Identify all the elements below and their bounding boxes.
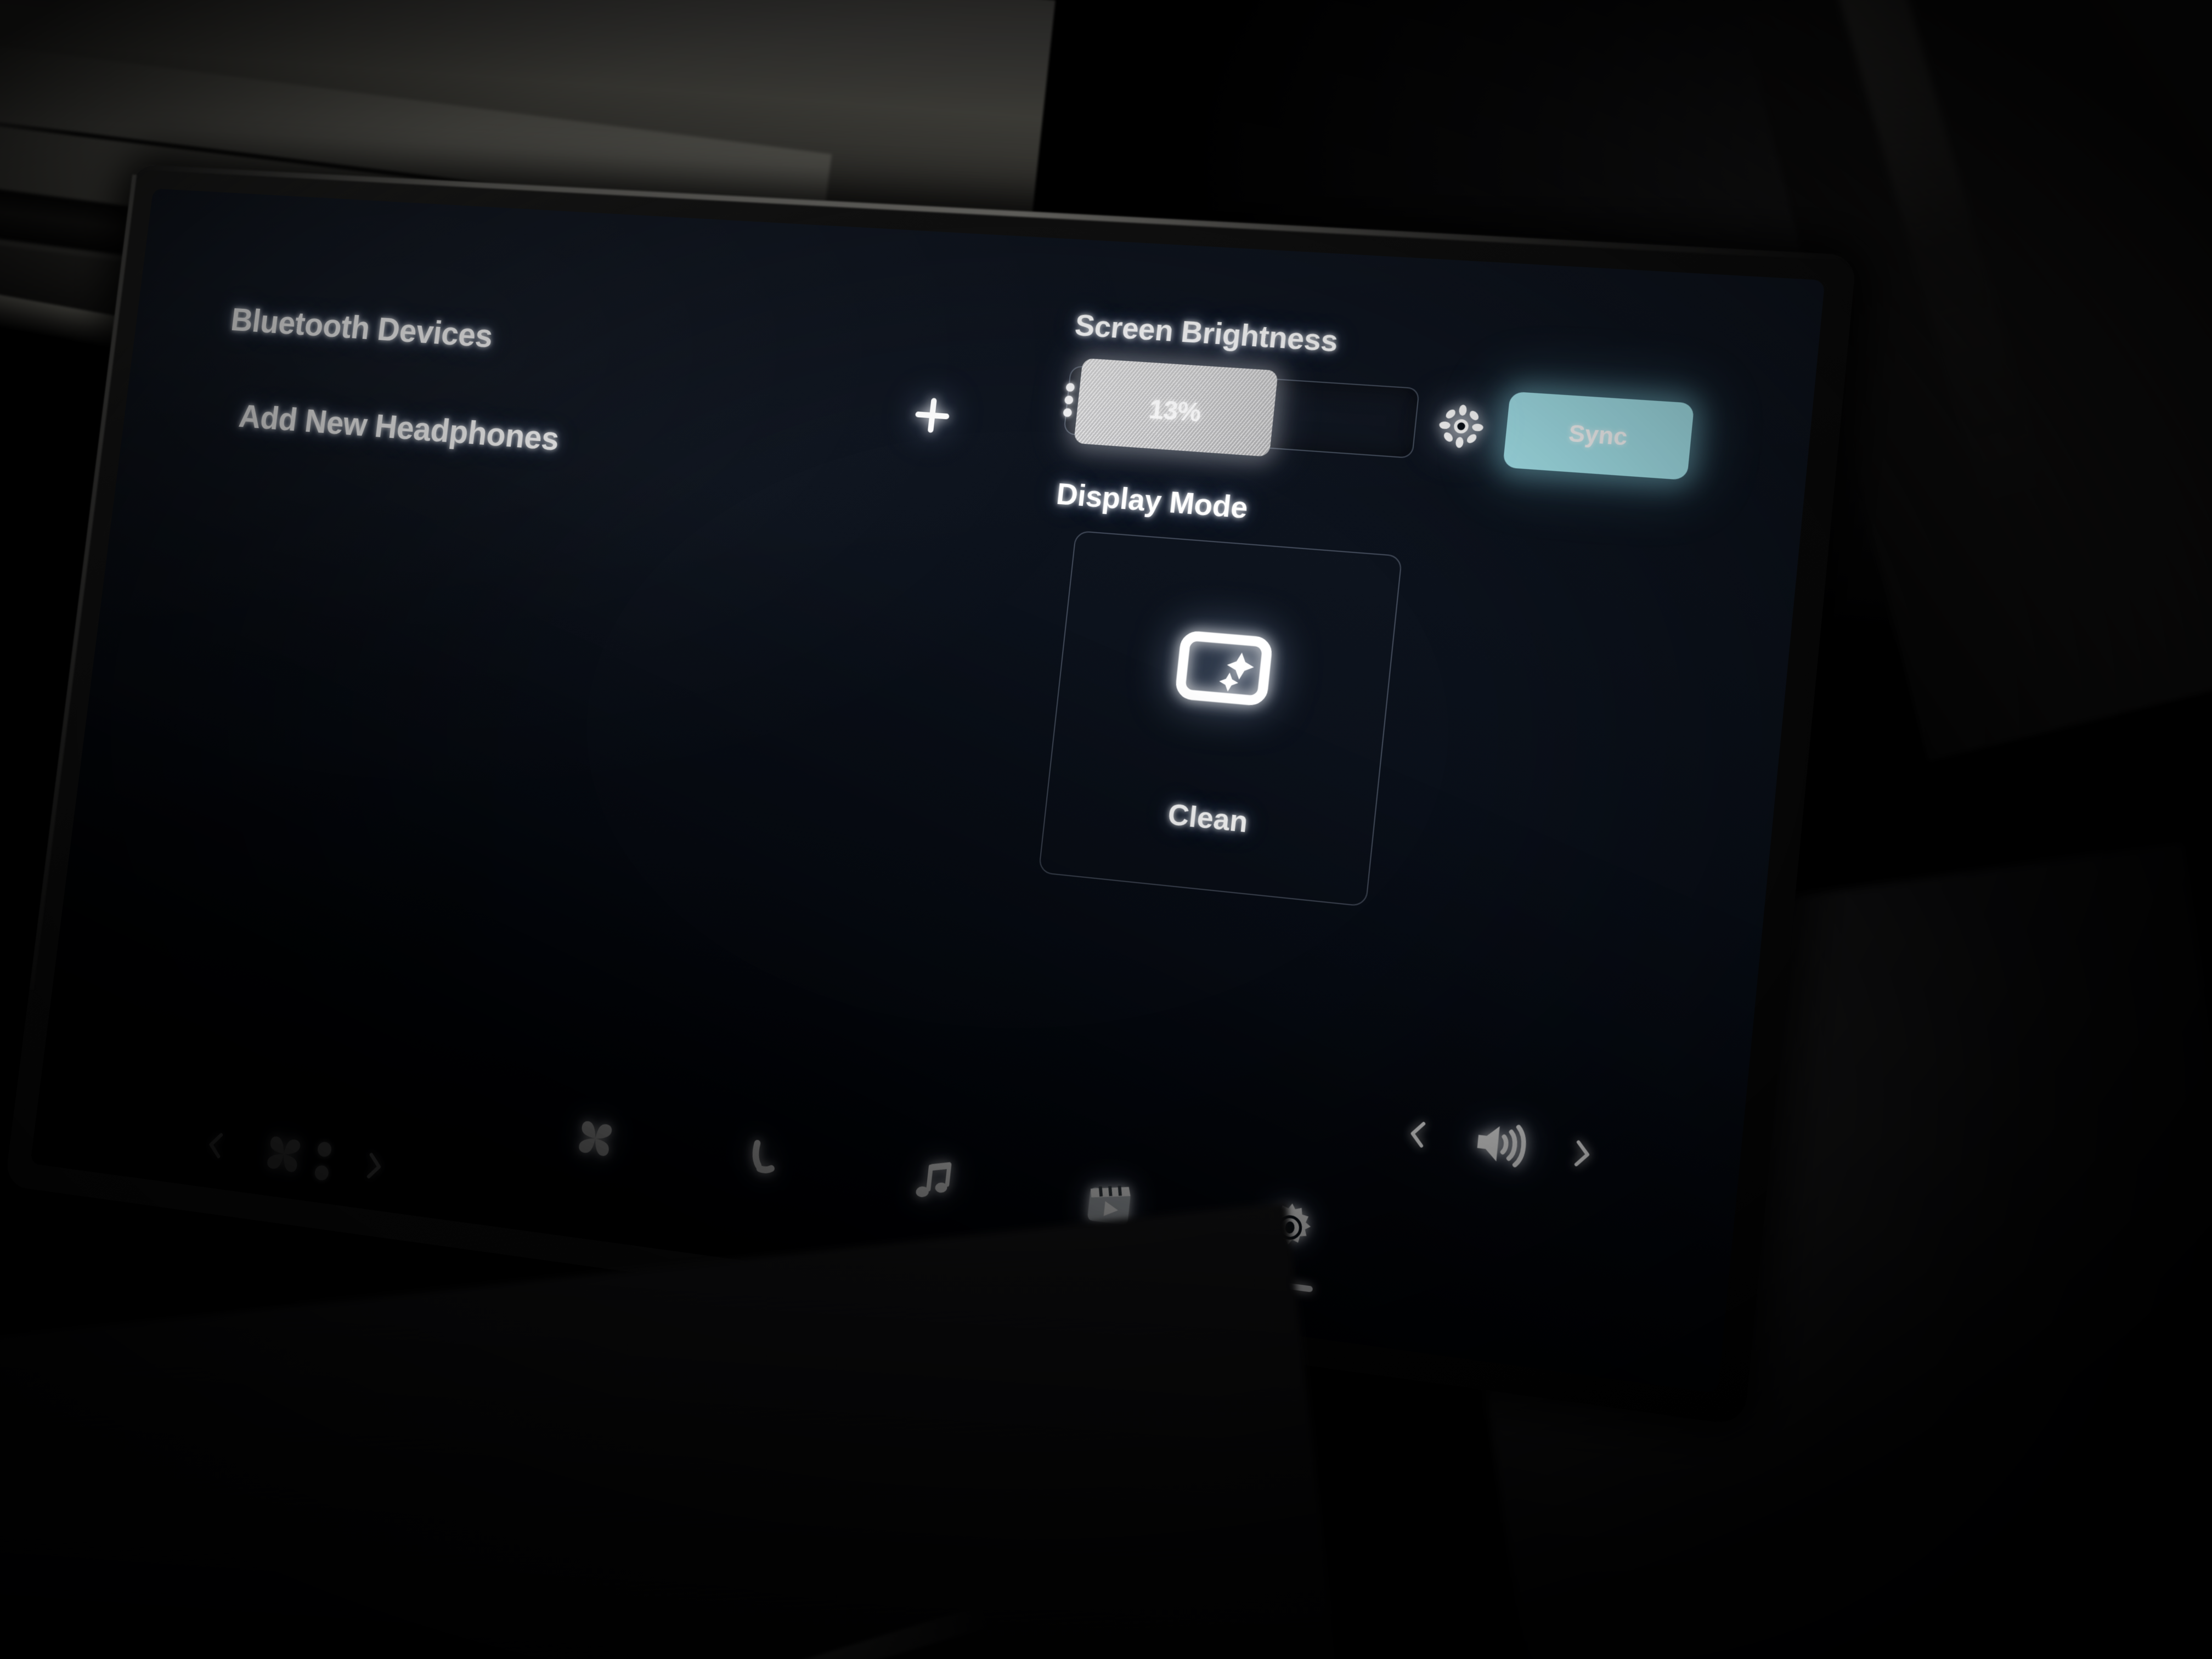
brightness-value-label: 13% [1147,393,1203,427]
fan-icon [256,1124,312,1187]
fan-icon [567,1109,623,1171]
seat-icon [736,1132,788,1190]
volume-down-chevron-left-icon[interactable] [1398,1115,1437,1157]
fan-speed-display[interactable] [256,1124,334,1190]
plus-icon [908,392,957,442]
display-mode-option-label: Clean [1166,798,1250,839]
volume-up-chevron-right-icon[interactable] [1562,1134,1602,1177]
fan-prev-chevron-left-icon[interactable] [198,1126,234,1167]
screen-sparkle-icon [1173,628,1275,709]
photograph-of-car-touchscreen: Bluetooth Devices Add New Headphones Scr… [0,0,2212,1659]
fan-speed-stepper [196,1116,393,1198]
sync-button-label: Sync [1567,420,1629,450]
brightness-slider[interactable]: 13% [1063,358,1420,459]
brightness-low-icon [1063,382,1075,417]
volume-stepper [1397,1103,1603,1189]
brightness-sync-button[interactable]: Sync [1502,391,1695,481]
appbar-item-media[interactable] [899,1147,968,1219]
fan-next-chevron-right-icon[interactable] [356,1147,392,1189]
display-mode-clean-option[interactable]: Clean [1038,530,1403,907]
fan-level-dots [314,1141,332,1181]
music-note-icon [905,1153,961,1214]
volume-icon[interactable] [1467,1111,1532,1180]
bluetooth-devices-title: Bluetooth Devices [229,301,495,355]
appbar-item-seats[interactable] [728,1125,796,1197]
add-new-headphones-button[interactable]: Add New Headphones [237,397,876,482]
appbar-item-climate[interactable] [562,1104,628,1175]
display-settings-column: Screen Brightness 13% Sync Display Mode … [1015,308,1807,947]
brightness-row: 13% Sync [1063,358,1801,488]
bluetooth-section: Bluetooth Devices Add New Headphones [217,301,888,482]
touchscreen-unit: Bluetooth Devices Add New Headphones Scr… [4,163,1857,1426]
brightness-high-sun-icon[interactable] [1434,400,1488,452]
brightness-slider-fill: 13% [1073,358,1278,457]
add-headphones-plus-button[interactable] [904,390,960,444]
